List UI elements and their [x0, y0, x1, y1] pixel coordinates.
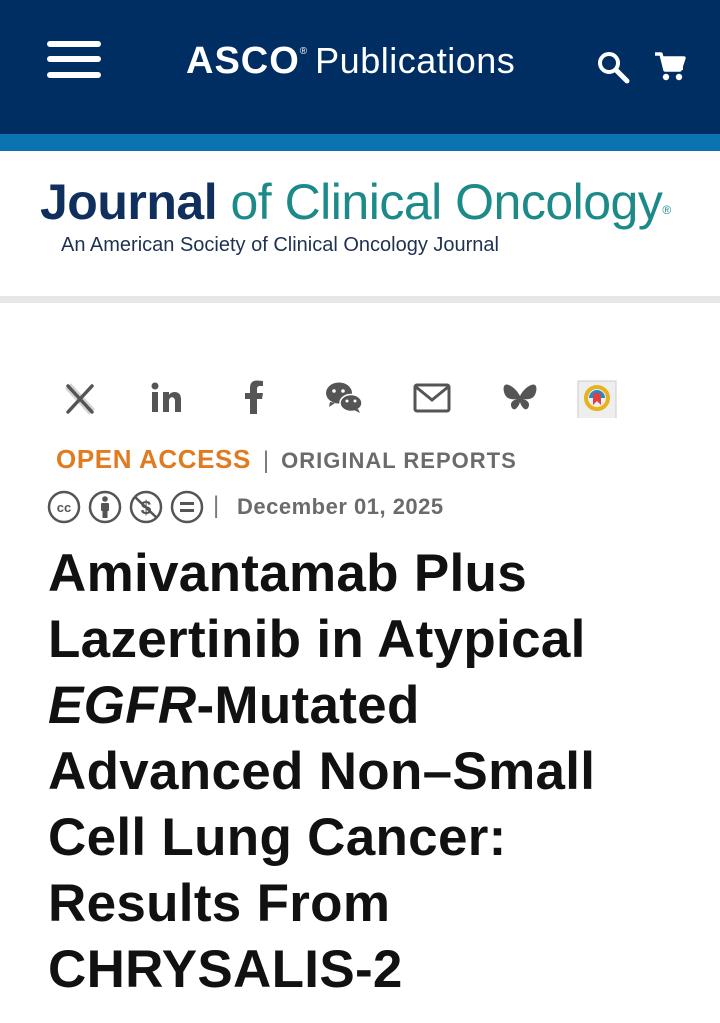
journal-subtitle: An American Society of Clinical Oncology… [61, 234, 499, 256]
journal-title-logo[interactable]: Journal of Clinical Oncology® [40, 175, 671, 229]
noderivatives-icon [170, 490, 204, 524]
brand-reg-mark: ® [299, 46, 308, 57]
journal-reg-mark: ® [662, 203, 671, 217]
bluesky-icon[interactable] [500, 378, 540, 418]
linkedin-icon[interactable] [147, 378, 187, 418]
top-navigation-bar: ASCO® Publications [0, 0, 720, 134]
hamburger-menu-icon[interactable] [47, 41, 101, 79]
noncommercial-icon: $ [129, 490, 163, 524]
journal-title-part2: of Clinical Oncology [217, 174, 663, 230]
brand-asco: ASCO [186, 40, 300, 82]
email-icon[interactable] [412, 378, 452, 418]
accent-band [0, 134, 720, 151]
wechat-icon[interactable] [324, 378, 364, 418]
article-title-start: Amivantamab Plus Lazertinib in Atypical [48, 544, 586, 669]
search-icon[interactable] [596, 50, 630, 84]
x-twitter-icon[interactable] [60, 378, 100, 418]
brand-publications: Publications [315, 40, 516, 81]
article-title: Amivantamab Plus Lazertinib in Atypical … [48, 541, 688, 1003]
article-title-gene: EGFR [48, 676, 197, 735]
cc-icon: cc [47, 490, 81, 524]
date-separator: | [213, 492, 220, 519]
section-label[interactable]: ORIGINAL REPORTS [281, 448, 517, 473]
svg-text:cc: cc [57, 500, 71, 515]
label-separator: | [262, 447, 270, 474]
article-labels: OPEN ACCESS | ORIGINAL REPORTS [56, 444, 517, 475]
share-toolbar [0, 378, 720, 424]
publication-date: December 01, 2025 [237, 494, 444, 519]
asco-publications-logo[interactable]: ASCO® Publications [186, 40, 515, 83]
journal-title-part1: Journal [40, 174, 218, 230]
facebook-icon[interactable] [234, 378, 274, 418]
shopping-cart-icon[interactable] [653, 50, 687, 84]
mendeley-icon[interactable] [577, 378, 617, 420]
journal-header: Journal of Clinical Oncology® An America… [0, 151, 720, 296]
attribution-icon [88, 490, 122, 524]
open-access-label: OPEN ACCESS [56, 444, 251, 474]
section-divider [0, 296, 720, 303]
